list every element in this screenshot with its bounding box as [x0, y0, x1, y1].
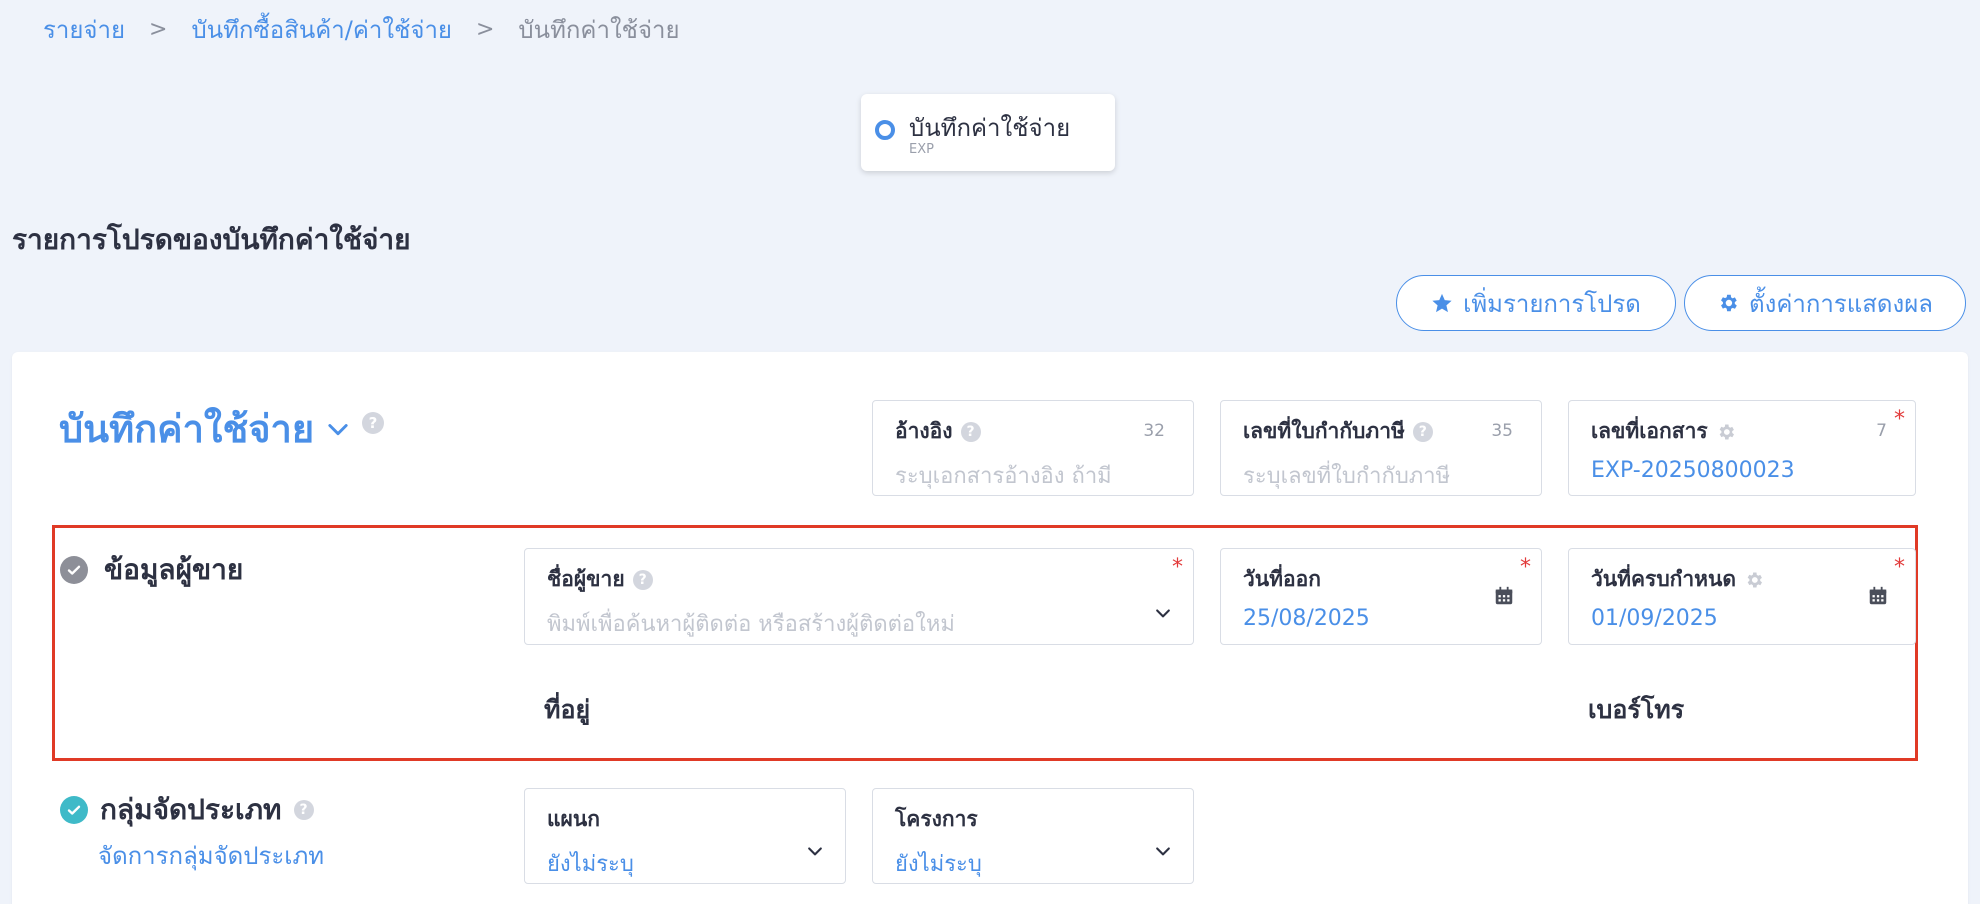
doc-number-label: เลขที่เอกสาร	[1591, 419, 1708, 443]
tax-invoice-label: เลขที่ใบกำกับภาษี	[1243, 419, 1405, 443]
breadcrumb-separator: >	[149, 17, 168, 42]
project-select[interactable]: โครงการ ยังไม่ระบุ	[872, 788, 1194, 884]
category-section-title: กลุ่มจัดประเภท	[100, 793, 282, 826]
due-date-input[interactable]: 01/09/2025	[1591, 606, 1895, 631]
doc-type-code: EXP	[909, 142, 934, 157]
department-label: แผนก	[547, 807, 600, 831]
add-favorite-label: เพิ่มรายการโปรด	[1463, 289, 1641, 318]
char-counter: 32	[1143, 421, 1165, 441]
issue-date-label: วันที่ออก	[1243, 567, 1321, 591]
chevron-down-icon[interactable]	[805, 841, 825, 861]
vendor-name-label: ชื่อผู้ขาย	[547, 567, 625, 591]
issue-date-input[interactable]: 25/08/2025	[1243, 606, 1521, 631]
reference-input[interactable]: ระบุเอกสารอ้างอิง ถ้ามี	[895, 458, 1173, 493]
issue-date-field[interactable]: วันที่ออก * 25/08/2025	[1220, 548, 1542, 645]
project-value: ยังไม่ระบุ	[895, 852, 982, 877]
doc-type-title: บันทึกค่าใช้จ่าย	[909, 114, 1071, 142]
required-marker: *	[1894, 555, 1905, 580]
radio-selected-icon	[875, 120, 895, 140]
doc-number-input[interactable]: EXP-20250800023	[1591, 458, 1895, 483]
gear-icon[interactable]	[1716, 422, 1736, 442]
gear-icon[interactable]	[1744, 570, 1764, 590]
help-icon[interactable]: ?	[960, 421, 981, 442]
doc-number-field[interactable]: เลขที่เอกสาร 7 * EXP-20250800023	[1568, 400, 1916, 496]
chevron-down-icon	[328, 423, 348, 435]
chevron-down-icon[interactable]	[1153, 841, 1173, 861]
tax-invoice-input[interactable]: ระบุเลขที่ใบกำกับภาษี	[1243, 458, 1521, 493]
char-counter: 35	[1491, 421, 1513, 441]
document-title-dropdown[interactable]: บันทึกค่าใช้จ่าย	[59, 398, 352, 459]
vendor-name-field[interactable]: ชื่อผู้ขาย ? * พิมพ์เพื่อค้นหาผู้ติดต่อ …	[524, 548, 1194, 645]
char-counter: 7	[1876, 421, 1887, 441]
help-icon[interactable]: ?	[293, 800, 314, 820]
category-section-header: กลุ่มจัดประเภท ?	[60, 788, 314, 832]
project-label: โครงการ	[895, 807, 978, 831]
vendor-name-input[interactable]: พิมพ์เพื่อค้นหาผู้ติดต่อ หรือสร้างผู้ติด…	[547, 606, 1173, 641]
document-title: บันทึกค่าใช้จ่าย	[59, 407, 315, 451]
breadcrumb-expenses[interactable]: รายจ่าย	[43, 10, 125, 49]
check-circle-icon	[60, 796, 88, 824]
tax-invoice-field[interactable]: เลขที่ใบกำกับภาษี ? 35 ระบุเลขที่ใบกำกับ…	[1220, 400, 1542, 496]
address-label: ที่อยู่	[544, 695, 591, 724]
reference-field[interactable]: อ้างอิง ? 32 ระบุเอกสารอ้างอิง ถ้ามี	[872, 400, 1194, 496]
check-circle-icon	[60, 556, 88, 584]
display-settings-button[interactable]: ตั้งค่าการแสดงผล	[1684, 275, 1966, 331]
due-date-label: วันที่ครบกำหนด	[1591, 567, 1736, 591]
help-icon[interactable]: ?	[362, 412, 384, 434]
breadcrumb-separator: >	[475, 17, 495, 42]
vendor-section-header: ข้อมูลผู้ขาย	[60, 548, 243, 592]
required-marker: *	[1894, 407, 1905, 432]
manage-categories-link[interactable]: จัดการกลุ่มจัดประเภท	[98, 836, 324, 875]
chevron-down-icon[interactable]	[1153, 603, 1173, 623]
gear-icon	[1721, 294, 1737, 312]
department-value: ยังไม่ระบุ	[547, 852, 634, 877]
required-marker: *	[1172, 555, 1183, 580]
vendor-section-title: ข้อมูลผู้ขาย	[104, 553, 244, 586]
phone-label: เบอร์โทร	[1588, 695, 1685, 724]
display-settings-label: ตั้งค่าการแสดงผล	[1749, 289, 1933, 318]
help-icon[interactable]: ?	[1412, 421, 1433, 442]
favorites-heading: รายการโปรดของบันทึกค่าใช้จ่าย	[12, 223, 411, 256]
department-select[interactable]: แผนก ยังไม่ระบุ	[524, 788, 846, 884]
breadcrumb-current: บันทึกค่าใช้จ่าย	[518, 16, 680, 44]
doc-type-option[interactable]: บันทึกค่าใช้จ่าย EXP	[861, 94, 1115, 171]
star-icon	[1432, 293, 1452, 313]
reference-label: อ้างอิง	[895, 419, 953, 443]
breadcrumb: รายจ่าย > บันทึกซื้อสินค้า/ค่าใช้จ่าย > …	[43, 10, 680, 49]
help-icon[interactable]: ?	[632, 569, 653, 590]
due-date-field[interactable]: วันที่ครบกำหนด * 01/09/2025	[1568, 548, 1916, 645]
required-marker: *	[1520, 555, 1531, 580]
add-favorite-button[interactable]: เพิ่มรายการโปรด	[1396, 275, 1676, 331]
calendar-icon[interactable]	[1493, 585, 1515, 607]
breadcrumb-purchase-expense[interactable]: บันทึกซื้อสินค้า/ค่าใช้จ่าย	[191, 10, 452, 49]
calendar-icon[interactable]	[1867, 585, 1889, 607]
